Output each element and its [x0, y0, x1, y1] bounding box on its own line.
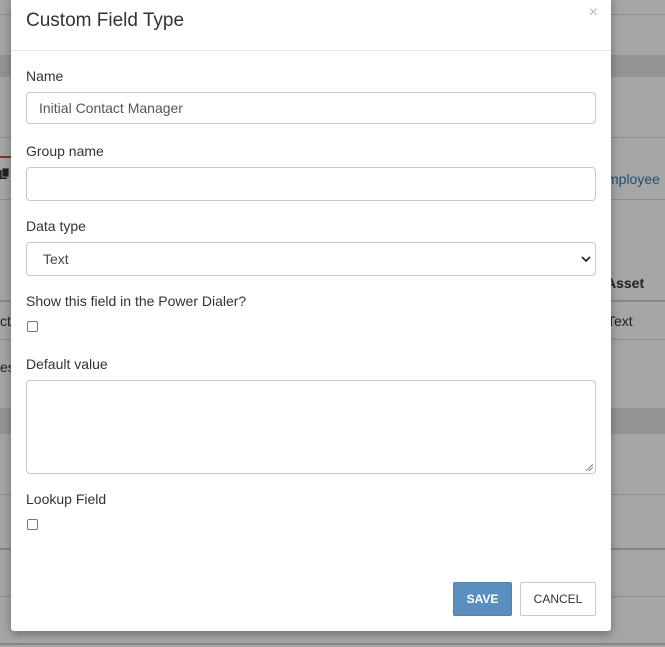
power-dialer-checkbox[interactable] — [27, 321, 38, 332]
chevron-down-icon — [581, 256, 591, 263]
lookup-field-checkbox[interactable] — [27, 519, 38, 530]
resize-handle-icon[interactable] — [585, 463, 593, 471]
group-name-input[interactable] — [26, 167, 596, 201]
name-label: Name — [26, 68, 64, 84]
data-type-select[interactable]: Text — [26, 242, 596, 276]
default-value-textarea[interactable] — [26, 380, 596, 474]
data-type-selected-value: Text — [43, 251, 69, 267]
custom-field-type-modal: Custom Field Type × Name Initial Contact… — [11, 0, 611, 631]
modal-title: Custom Field Type — [26, 10, 185, 31]
power-dialer-label: Show this field in the Power Dialer? — [26, 293, 247, 309]
default-value-label: Default value — [26, 356, 108, 372]
close-icon[interactable]: × — [589, 4, 598, 22]
group-name-label: Group name — [26, 143, 104, 159]
lookup-field-label: Lookup Field — [26, 491, 107, 507]
cancel-button[interactable]: CANCEL — [520, 582, 596, 616]
name-input[interactable]: Initial Contact Manager — [26, 92, 596, 124]
data-type-label: Data type — [26, 218, 86, 234]
modal-header: Custom Field Type × — [11, 0, 611, 51]
save-button[interactable]: SAVE — [453, 582, 512, 616]
name-input-value: Initial Contact Manager — [39, 100, 183, 116]
